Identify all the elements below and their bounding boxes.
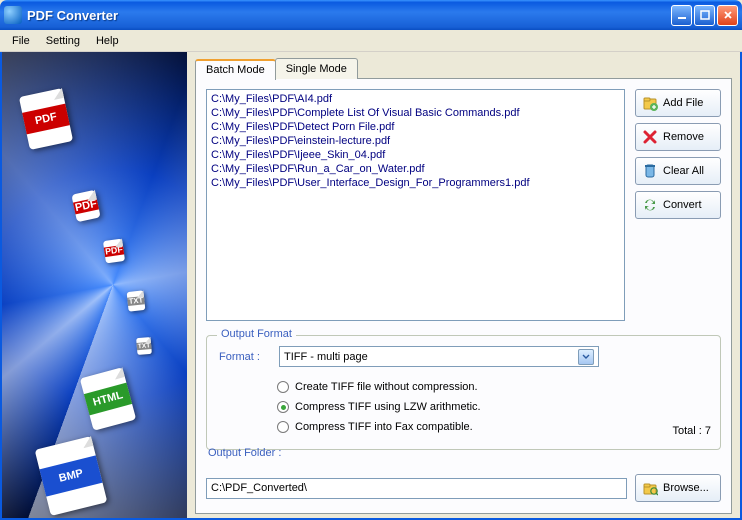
menubar: File Setting Help (0, 30, 742, 52)
radio-label: Compress TIFF into Fax compatible. (295, 421, 473, 433)
tab-batch-mode[interactable]: Batch Mode (195, 59, 276, 80)
folder-icon (642, 480, 658, 496)
txt-file-icon: TXT (136, 337, 152, 355)
minimize-button[interactable] (671, 5, 692, 26)
chevron-down-icon (578, 349, 594, 365)
button-label: Convert (663, 199, 702, 211)
radio-no-compression[interactable]: Create TIFF file without compression. (219, 377, 708, 397)
app-logo-icon (4, 6, 22, 24)
tab-content: C:\My_Files\PDF\AI4.pdf C:\My_Files\PDF\… (195, 78, 732, 514)
clear-icon (642, 163, 658, 179)
list-item[interactable]: C:\My_Files\PDF\Complete List Of Visual … (211, 106, 620, 120)
radio-icon (277, 421, 289, 433)
sidebar-decorative: PDF PDF PDF TXT TXT HTML BMP (2, 52, 187, 518)
radio-icon (277, 401, 289, 413)
output-format-group: Output Format Format : TIFF - multi page… (206, 335, 721, 450)
tabs: Batch Mode Single Mode (195, 58, 732, 79)
list-item[interactable]: C:\My_Files\PDF\User_Interface_Design_Fo… (211, 176, 620, 190)
radio-label: Create TIFF file without compression. (295, 381, 478, 393)
file-list[interactable]: C:\My_Files\PDF\AI4.pdf C:\My_Files\PDF\… (206, 89, 625, 321)
main-panel: Batch Mode Single Mode C:\My_Files\PDF\A… (187, 52, 740, 518)
format-selected-value: TIFF - multi page (284, 351, 368, 363)
convert-button[interactable]: Convert (635, 191, 721, 219)
button-label: Add File (663, 97, 703, 109)
browse-button[interactable]: Browse... (635, 474, 721, 502)
radio-lzw[interactable]: Compress TIFF using LZW arithmetic. (219, 397, 708, 417)
button-label: Remove (663, 131, 704, 143)
output-format-legend: Output Format (217, 328, 296, 340)
button-label: Clear All (663, 165, 704, 177)
format-label: Format : (219, 351, 269, 363)
radio-icon (277, 381, 289, 393)
button-label: Browse... (663, 482, 709, 494)
add-file-icon (642, 95, 658, 111)
output-folder-label: Output Folder : (208, 447, 281, 459)
maximize-button[interactable] (694, 5, 715, 26)
tab-single-mode[interactable]: Single Mode (275, 58, 358, 79)
bmp-file-icon: BMP (35, 436, 108, 516)
total-count: Total : 7 (672, 425, 711, 437)
output-folder-input[interactable]: C:\PDF_Converted\ (206, 478, 627, 499)
list-item[interactable]: C:\My_Files\PDF\AI4.pdf (211, 92, 620, 106)
menu-file[interactable]: File (4, 32, 38, 50)
clear-all-button[interactable]: Clear All (635, 157, 721, 185)
list-item[interactable]: C:\My_Files\PDF\Ijeee_Skin_04.pdf (211, 148, 620, 162)
window-title: PDF Converter (27, 8, 118, 23)
add-file-button[interactable]: Add File (635, 89, 721, 117)
pdf-file-icon: PDF (71, 190, 100, 222)
list-item[interactable]: C:\My_Files\PDF\einstein-lecture.pdf (211, 134, 620, 148)
remove-button[interactable]: Remove (635, 123, 721, 151)
pdf-file-icon: PDF (103, 239, 125, 264)
radio-fax[interactable]: Compress TIFF into Fax compatible. (219, 417, 708, 437)
list-item[interactable]: C:\My_Files\PDF\Detect Porn File.pdf (211, 120, 620, 134)
close-button[interactable] (717, 5, 738, 26)
html-file-icon: HTML (80, 367, 136, 431)
convert-icon (642, 197, 658, 213)
remove-icon (642, 129, 658, 145)
list-item[interactable]: C:\My_Files\PDF\Run_a_Car_on_Water.pdf (211, 162, 620, 176)
format-select[interactable]: TIFF - multi page (279, 346, 599, 367)
menu-help[interactable]: Help (88, 32, 127, 50)
output-folder-value: C:\PDF_Converted\ (211, 482, 307, 494)
titlebar: PDF Converter (0, 0, 742, 30)
radio-label: Compress TIFF using LZW arithmetic. (295, 401, 481, 413)
txt-file-icon: TXT (127, 290, 146, 311)
pdf-file-icon: PDF (19, 88, 73, 150)
menu-setting[interactable]: Setting (38, 32, 88, 50)
